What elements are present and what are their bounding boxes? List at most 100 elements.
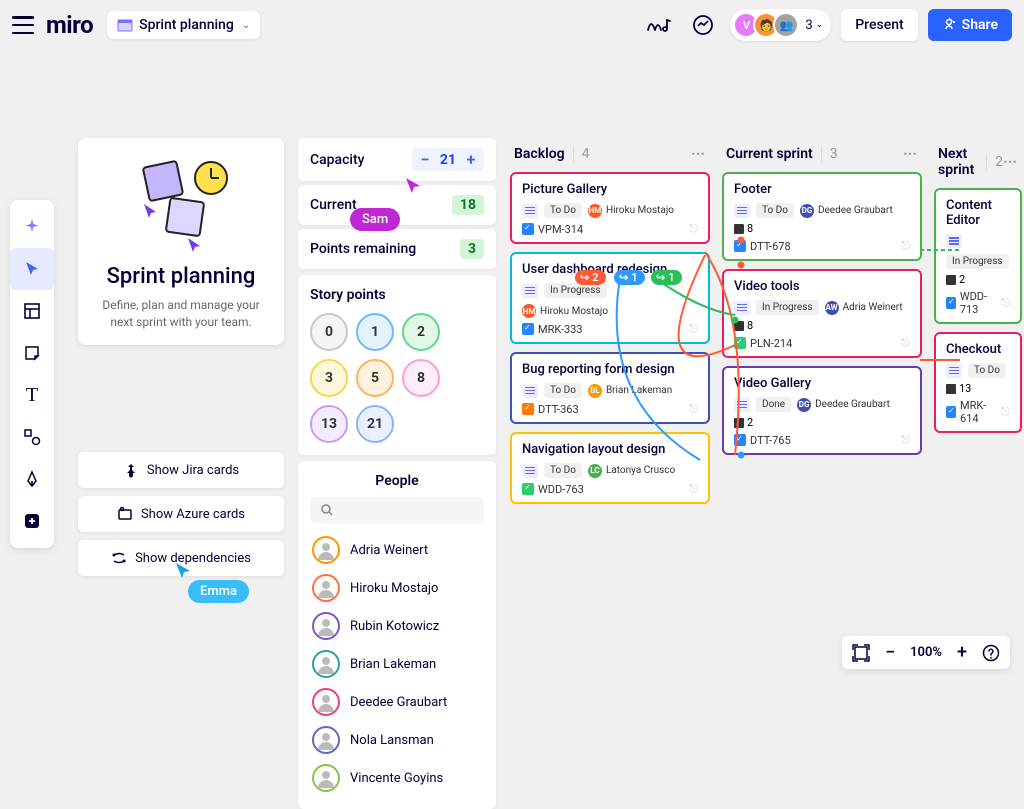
column-menu[interactable]: ⋯ bbox=[691, 146, 706, 162]
card-title: Bug reporting form design bbox=[522, 362, 698, 377]
collaborator-avatars[interactable]: V 🧑 👥 3 ⌄ bbox=[730, 9, 831, 41]
person-name: Nola Lansman bbox=[350, 733, 434, 748]
person-row[interactable]: Adria Weinert bbox=[310, 531, 484, 569]
card[interactable]: Bug reporting form designTo DoBLBrian La… bbox=[510, 352, 710, 424]
column-title: Next sprint bbox=[938, 146, 978, 178]
link-icon[interactable]: ⎋ bbox=[689, 482, 698, 496]
share-icon bbox=[942, 18, 956, 32]
desc-icon bbox=[522, 384, 538, 398]
person-avatar bbox=[312, 688, 340, 716]
logo[interactable]: miro bbox=[46, 11, 93, 39]
dep-pill[interactable]: ↪ 2 bbox=[575, 270, 606, 285]
card-title: Picture Gallery bbox=[522, 182, 698, 197]
person-row[interactable]: Rubin Kotowicz bbox=[310, 607, 484, 645]
capacity-decrease[interactable]: − bbox=[418, 150, 432, 169]
story-points-panel: Story points 012 358 1321 bbox=[298, 275, 496, 455]
column-menu[interactable]: ⋯ bbox=[903, 146, 918, 162]
point-chip-13[interactable]: 13 bbox=[310, 405, 348, 443]
story-points-label: Story points bbox=[310, 287, 484, 303]
canvas[interactable]: Sprint planning Define, plan and manage … bbox=[0, 60, 1024, 683]
card[interactable]: Content EditorIn Progress2WDD-713⎋ bbox=[934, 188, 1022, 324]
person-row[interactable]: Hiroku Mostajo bbox=[310, 569, 484, 607]
card-id: DTT-363 bbox=[538, 403, 579, 416]
card[interactable]: User dashboard redesignIn ProgressHMHiro… bbox=[510, 252, 710, 344]
card-points: 8 bbox=[734, 319, 753, 332]
cursor-sam-pointer bbox=[402, 175, 424, 197]
point-chip-8[interactable]: 8 bbox=[402, 359, 440, 397]
present-button[interactable]: Present bbox=[841, 9, 917, 41]
zoom-value: 100% bbox=[910, 645, 942, 660]
card-status: In Progress bbox=[946, 254, 1009, 269]
people-search[interactable] bbox=[310, 497, 484, 523]
issue-type-icon bbox=[946, 297, 956, 309]
chevron-down-icon: ⌄ bbox=[242, 20, 250, 31]
card-title: Video tools bbox=[734, 279, 910, 294]
sprint-title: Sprint planning bbox=[92, 264, 270, 289]
fit-icon[interactable] bbox=[852, 644, 870, 662]
column-count: 3 bbox=[821, 146, 838, 162]
card-title: Navigation layout design bbox=[522, 442, 698, 457]
card[interactable]: FooterTo DoDGDeedee Graubart8DTT-678⎋ bbox=[722, 172, 922, 261]
board-icon bbox=[117, 17, 133, 33]
link-icon[interactable]: ⎋ bbox=[689, 222, 698, 236]
column-count: 2 bbox=[986, 154, 1003, 170]
issue-type-icon bbox=[522, 403, 534, 415]
capacity-increase[interactable]: + bbox=[464, 150, 478, 169]
card-title: Checkout bbox=[946, 342, 1010, 357]
sprint-illustration bbox=[92, 156, 270, 256]
point-chip-5[interactable]: 5 bbox=[356, 359, 394, 397]
point-chip-1[interactable]: 1 bbox=[356, 313, 394, 351]
card[interactable]: Navigation layout designTo DoLCLatonya C… bbox=[510, 432, 710, 504]
capacity-value: 21 bbox=[440, 152, 456, 168]
link-icon[interactable]: ⎋ bbox=[1001, 296, 1010, 310]
point-chip-21[interactable]: 21 bbox=[356, 405, 394, 443]
point-chip-2[interactable]: 2 bbox=[402, 313, 440, 351]
link-icon[interactable]: ⎋ bbox=[901, 336, 910, 350]
column-menu[interactable]: ⋯ bbox=[1003, 154, 1018, 170]
link-icon[interactable]: ⎋ bbox=[689, 322, 698, 336]
remaining-value: 3 bbox=[460, 239, 484, 259]
card-status: To Do bbox=[544, 463, 582, 478]
messenger-icon[interactable] bbox=[686, 8, 720, 42]
show-azure-button[interactable]: Show Azure cards bbox=[78, 496, 284, 532]
person-row[interactable]: Deedee Graubart bbox=[310, 683, 484, 721]
zoom-in[interactable]: + bbox=[954, 642, 970, 663]
card-id: VPM-314 bbox=[538, 223, 583, 236]
person-row[interactable]: Vincente Goyins bbox=[310, 759, 484, 797]
share-button[interactable]: Share bbox=[928, 9, 1012, 41]
person-avatar bbox=[312, 536, 340, 564]
desc-icon bbox=[734, 301, 750, 315]
deps-icon bbox=[111, 550, 127, 566]
link-icon[interactable]: ⎋ bbox=[689, 402, 698, 416]
card-status: To Do bbox=[756, 203, 794, 218]
card-title: Content Editor bbox=[946, 198, 1010, 228]
person-avatar bbox=[312, 726, 340, 754]
person-row[interactable]: Nola Lansman bbox=[310, 721, 484, 759]
card-status: In Progress bbox=[544, 283, 607, 298]
card[interactable]: Video toolsIn ProgressAWAdria Weinert8PL… bbox=[722, 269, 922, 358]
card-assignee: AWAdria Weinert bbox=[825, 301, 903, 315]
board-selector[interactable]: Sprint planning ⌄ bbox=[107, 11, 260, 39]
desc-icon bbox=[734, 398, 750, 412]
link-icon[interactable]: ⎋ bbox=[901, 239, 910, 253]
person-avatar bbox=[312, 764, 340, 792]
music-icon[interactable] bbox=[642, 8, 676, 42]
hamburger-menu[interactable] bbox=[12, 16, 34, 34]
help-icon[interactable] bbox=[982, 644, 1000, 662]
link-icon[interactable]: ⎋ bbox=[1001, 405, 1010, 419]
card-points: 2 bbox=[946, 273, 965, 286]
person-row[interactable]: Brian Lakeman bbox=[310, 645, 484, 683]
point-chip-3[interactable]: 3 bbox=[310, 359, 348, 397]
card[interactable]: Video GalleryDoneDGDeedee Graubart2DTT-7… bbox=[722, 366, 922, 455]
person-name: Vincente Goyins bbox=[350, 771, 443, 786]
card-id: DTT-765 bbox=[750, 434, 791, 447]
point-chip-0[interactable]: 0 bbox=[310, 313, 348, 351]
dep-pill[interactable]: ↪ 1 bbox=[614, 270, 645, 285]
dep-pill[interactable]: ↪ 1 bbox=[651, 270, 682, 285]
show-jira-button[interactable]: Show Jira cards bbox=[78, 452, 284, 488]
cursor-sam: Sam bbox=[350, 208, 400, 231]
zoom-out[interactable]: − bbox=[882, 642, 898, 663]
card[interactable]: Picture GalleryTo DoHMHiroku MostajoVPM-… bbox=[510, 172, 710, 244]
link-icon[interactable]: ⎋ bbox=[901, 433, 910, 447]
card[interactable]: CheckoutTo Do13MRK-614⎋ bbox=[934, 332, 1022, 433]
